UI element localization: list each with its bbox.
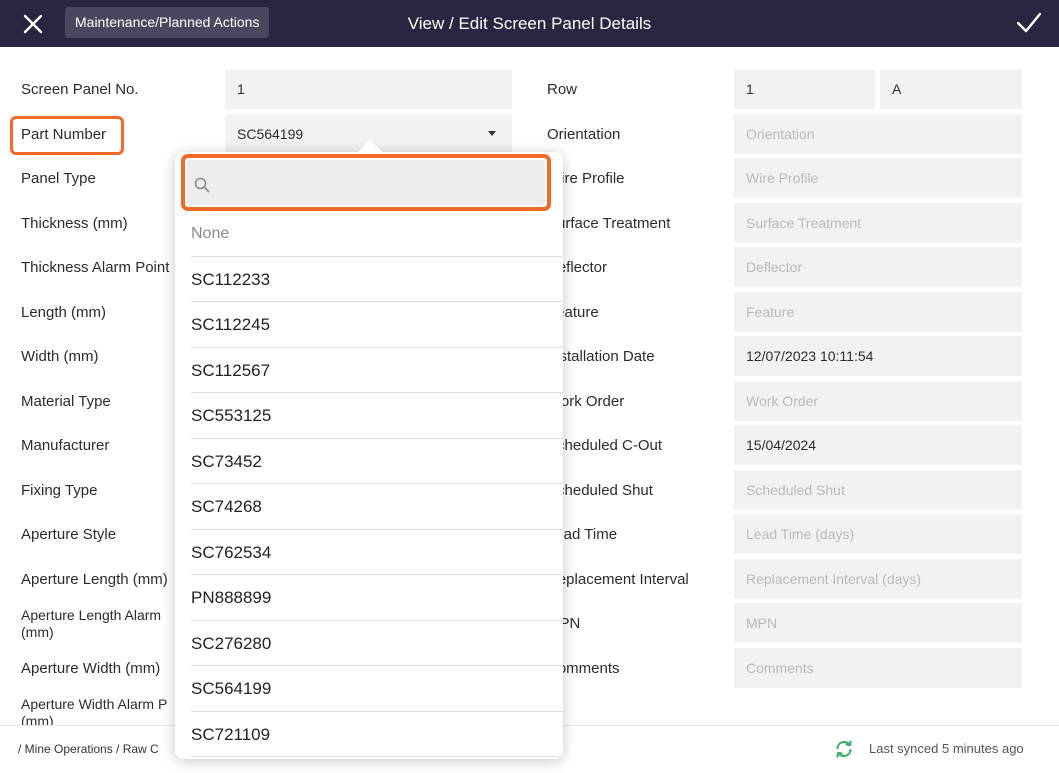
label-manufacturer: Manufacturer [21,437,110,454]
checkmark-icon[interactable] [1015,10,1043,36]
top-bar: Maintenance/Planned Actions View / Edit … [0,0,1059,47]
option-item[interactable]: SC762534 [191,530,563,575]
dropdown-pointer [358,140,382,152]
scheduled-shut-field[interactable]: Scheduled Shut [734,470,1022,510]
row-number-field[interactable]: 1 [734,69,875,109]
option-list: None SC112233 SC112245 SC112567 SC553125… [191,211,563,757]
label-thickness: Thickness (mm) [21,215,128,232]
wire-profile-field[interactable]: Wire Profile [734,158,1022,198]
sync-status: Last synced 5 minutes ago [869,741,1024,756]
option-item[interactable]: SC112245 [191,302,563,348]
label-fixing-type: Fixing Type [21,482,98,499]
lead-time-field[interactable]: Lead Time (days) [734,514,1022,554]
replacement-interval-field[interactable]: Replacement Interval (days) [734,559,1022,599]
screen-panel-no-field[interactable]: 1 [225,69,512,109]
option-item[interactable]: SC74268 [191,484,563,530]
label-aperture-length: Aperture Length (mm) [21,571,168,588]
footer-breadcrumb[interactable]: / Mine Operations / Raw C [18,742,159,756]
option-item[interactable]: SC73452 [191,439,563,484]
option-item[interactable]: SC276280 [191,621,563,666]
label-width: Width (mm) [21,348,99,365]
label-length: Length (mm) [21,304,107,321]
label-material-type: Material Type [21,393,111,410]
label-row: Row [547,81,578,98]
scheduled-c-out-field[interactable]: 15/04/2024 [734,425,1022,465]
label-aperture-style: Aperture Style [21,526,117,543]
label-orientation: Orientation [547,126,621,143]
label-scheduled-c-out: Scheduled C-Out [547,437,663,454]
chevron-down-icon [488,131,496,136]
label-surface-treatment: Surface Treatment [547,215,671,232]
sync-icon[interactable] [834,739,854,759]
label-installation-date: Installation Date [547,348,655,365]
label-aperture-length-alarm: Aperture Length Alarm (mm) [21,607,162,640]
row-letter-field[interactable]: A [880,69,1022,109]
work-order-field[interactable]: Work Order [734,381,1022,421]
search-highlight [181,154,551,211]
label-replacement-interval: Replacement Interval [547,571,689,588]
option-item[interactable]: SC112233 [191,257,563,302]
breadcrumb-maintenance[interactable]: Maintenance/Planned Actions [65,7,270,38]
surface-treatment-field[interactable]: Surface Treatment [734,203,1022,243]
label-panel-type: Panel Type [21,170,96,187]
part-number-value: SC564199 [237,126,304,142]
deflector-field[interactable]: Deflector [734,247,1022,287]
label-aperture-width-alarm: Aperture Width Alarm P (mm) [21,696,168,725]
option-item[interactable]: SC112567 [191,348,563,393]
search-input[interactable] [217,160,539,205]
part-number-highlight [10,116,124,155]
search-icon [194,177,210,193]
option-item[interactable]: SC564199 [191,666,563,712]
option-item[interactable]: SC553125 [191,393,563,439]
part-number-dropdown: None SC112233 SC112245 SC112567 SC553125… [175,152,563,759]
option-item[interactable]: SC721109 [191,712,563,757]
search-box [187,160,545,205]
option-none[interactable]: None [191,211,563,257]
label-aperture-width: Aperture Width (mm) [21,660,161,677]
mpn-field[interactable]: MPN [734,603,1022,643]
label-screen-panel-no: Screen Panel No. [21,81,139,98]
option-item[interactable]: PN888899 [191,575,563,621]
label-thickness-alarm-point: Thickness Alarm Point [21,259,170,276]
close-icon[interactable] [20,11,46,37]
orientation-field[interactable]: Orientation [734,114,1022,154]
comments-field[interactable]: Comments [734,648,1022,688]
installation-date-field[interactable]: 12/07/2023 10:11:54 [734,336,1022,376]
feature-field[interactable]: Feature [734,292,1022,332]
